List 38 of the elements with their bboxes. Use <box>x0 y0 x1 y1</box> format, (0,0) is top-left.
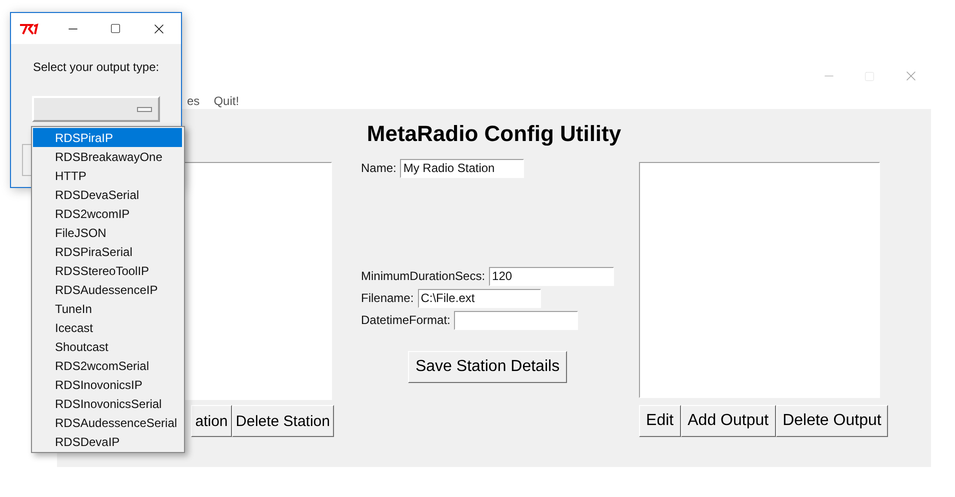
field-label: Name: <box>361 160 396 177</box>
dropdown-option[interactable]: RDSDevaSerial <box>33 185 182 204</box>
input-field[interactable]: 120 <box>489 266 614 286</box>
dropdown-option[interactable]: RDSAudessenceSerial <box>33 413 182 432</box>
dropdown-option[interactable]: FileJSON <box>33 223 182 242</box>
dropdown-option[interactable]: RDSBreakawayOne <box>33 147 182 166</box>
station-button[interactable]: Delete Station <box>232 405 334 437</box>
prompt-label: Select your output type: <box>33 59 160 76</box>
save-button[interactable]: Save Station Details <box>408 351 567 383</box>
output-button[interactable]: Add Output <box>680 405 776 437</box>
field-label: MinimumDurationSecs: <box>361 268 486 285</box>
output-button[interactable]: Edit <box>639 405 681 437</box>
dropdown-option[interactable]: Shoutcast <box>33 337 182 356</box>
dropdown-option[interactable]: RDSDevaIP <box>33 432 182 451</box>
input-field[interactable]: My Radio Station <box>400 158 524 178</box>
dropdown-option[interactable]: HTTP <box>33 166 182 185</box>
dropdown-option[interactable]: TuneIn <box>33 299 182 318</box>
output-button[interactable]: Delete Output <box>776 405 888 437</box>
dropdown-option[interactable]: RDS2wcomIP <box>33 204 182 223</box>
menu-item[interactable]: Quit! <box>214 92 240 110</box>
menu-item[interactable]: es <box>187 92 200 110</box>
dropdown-option[interactable]: Icecast <box>33 318 182 337</box>
dropdown-option[interactable]: RDSInovonicsIP <box>33 375 182 394</box>
dropdown-option[interactable]: RDSInovonicsSerial <box>33 394 182 413</box>
input-field[interactable] <box>454 310 578 330</box>
dropdown-option[interactable]: RDSAudessenceIP <box>33 280 182 299</box>
app-heading: MetaRadio Config Utility <box>366 120 622 148</box>
dropdown-option[interactable]: RDSPiraSerial <box>33 242 182 261</box>
field-label: Filename: <box>361 290 414 307</box>
field-label: DatetimeFormat: <box>361 312 450 329</box>
station-button[interactable]: ation <box>191 405 232 437</box>
output-type-dropdown[interactable] <box>32 96 160 122</box>
dropdown-option[interactable]: RDSPiraIP <box>33 128 182 147</box>
dropdown-option[interactable]: RDSStereoToolIP <box>33 261 182 280</box>
input-field[interactable]: C:\File.ext <box>418 288 541 308</box>
dropdown-option[interactable]: RDS2wcomSerial <box>33 356 182 375</box>
maximize-icon[interactable] <box>110 23 121 34</box>
dropdown-handle-icon <box>137 106 152 112</box>
